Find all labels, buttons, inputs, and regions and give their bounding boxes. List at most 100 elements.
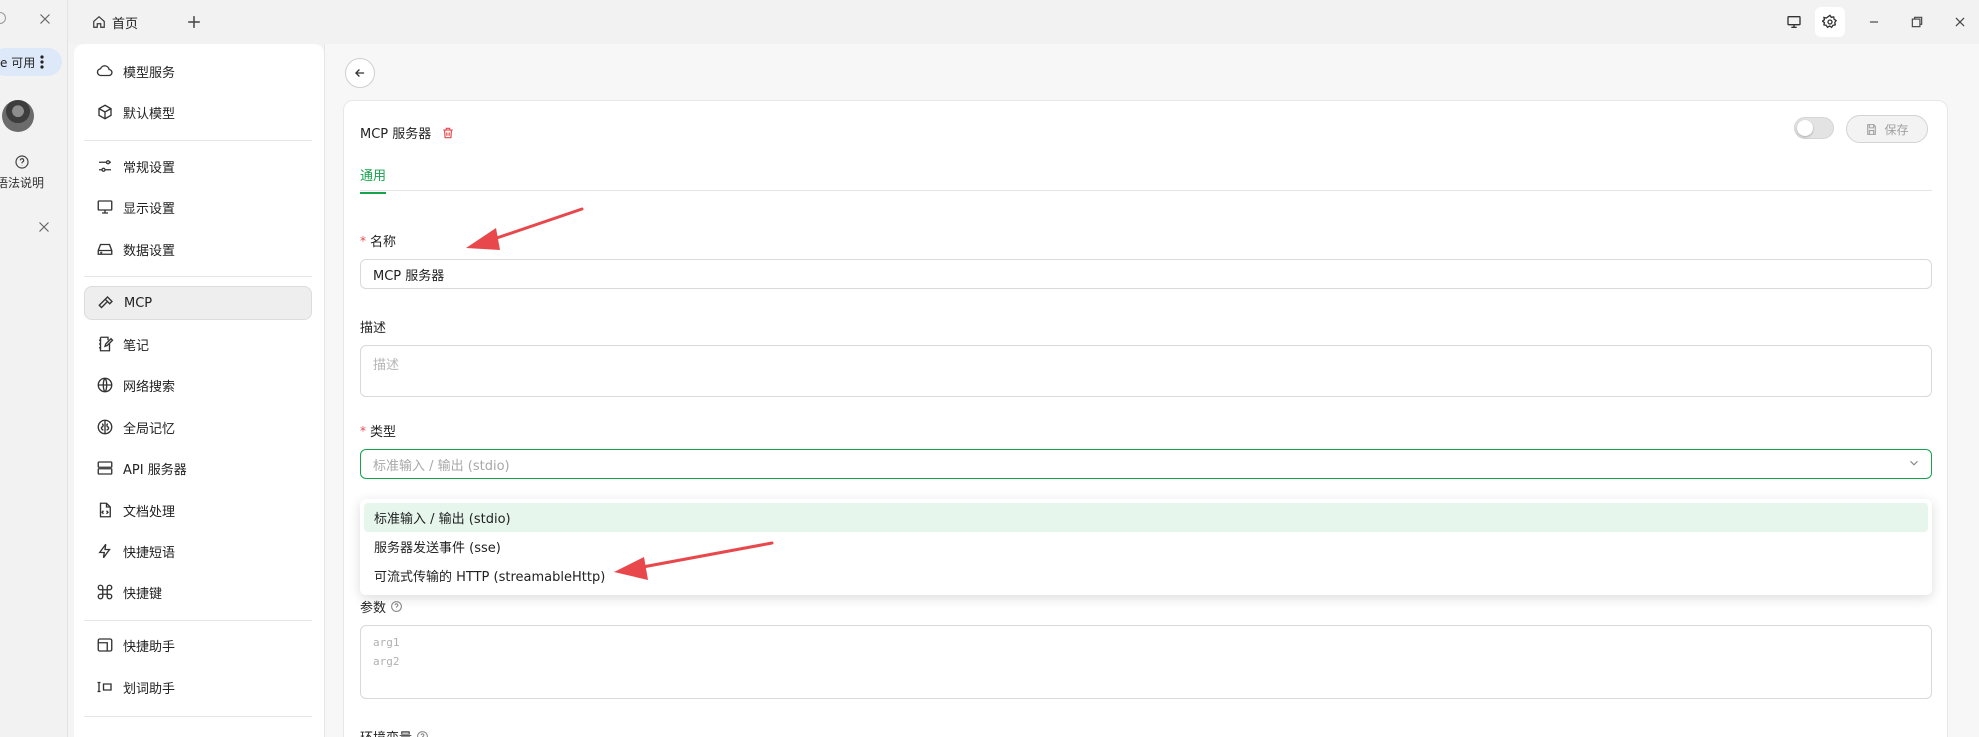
brain-icon	[97, 419, 113, 435]
new-tab-button[interactable]	[184, 12, 204, 32]
globe-icon	[97, 377, 113, 393]
sidebar-item-shortcuts[interactable]: 快捷键	[84, 575, 312, 609]
help-circle-icon	[391, 601, 402, 612]
close-icon	[1955, 17, 1965, 27]
params-label: 参数	[360, 597, 403, 616]
tab-home[interactable]: 首页	[92, 11, 138, 33]
help-label[interactable]: 语法说明	[0, 174, 44, 191]
save-button[interactable]: 保存	[1846, 115, 1928, 143]
sidebar-item-label: 默认模型	[123, 106, 176, 122]
name-field-value: MCP 服务器	[373, 268, 445, 284]
toggle-knob	[1797, 120, 1813, 136]
minimize-button[interactable]	[1864, 12, 1884, 32]
avatar[interactable]	[2, 100, 34, 132]
save-label: 保存	[1884, 122, 1909, 137]
name-field[interactable]: MCP 服务器	[360, 259, 1932, 289]
sidebar-item-display-settings[interactable]: 显示设置	[84, 190, 312, 224]
sidebar-item-selection-assistant[interactable]: 划词助手	[84, 670, 312, 704]
sidebar-item-label: 快捷键	[123, 586, 163, 602]
panel-close-button[interactable]	[36, 10, 54, 28]
sidebar-item-data-settings[interactable]: 数据设置	[84, 232, 312, 266]
type-select-value: 标准输入 / 输出 (stdio)	[373, 458, 510, 474]
sidebar-item-label: 快捷短语	[123, 545, 176, 561]
save-icon	[1867, 123, 1877, 135]
params-field[interactable]: arg1 arg2	[360, 625, 1932, 699]
status-text: e 可用	[0, 55, 36, 70]
sidebar-item-web-search[interactable]: 网络搜索	[84, 368, 312, 402]
sliders-icon	[99, 160, 111, 172]
sidebar-item-global-memory[interactable]: 全局记忆	[84, 410, 312, 444]
sidebar-item-mcp[interactable]: MCP	[84, 286, 312, 320]
delete-server-button[interactable]	[441, 126, 455, 140]
notebook-icon	[99, 336, 114, 352]
close-window-button[interactable]	[1950, 12, 1970, 32]
monitor-icon	[97, 200, 113, 214]
env-label-text: 环境变量	[360, 727, 412, 737]
sidebar-item-label: 全局记忆	[123, 421, 176, 437]
cube-icon	[98, 104, 112, 120]
sidebar-divider	[84, 140, 312, 141]
params-placeholder-line: arg1	[373, 636, 400, 649]
card-tabs: 通用	[360, 161, 1932, 194]
gear-icon	[1822, 14, 1838, 29]
close-icon	[40, 14, 50, 24]
sidebar-item-general-settings[interactable]: 常规设置	[84, 149, 312, 183]
name-label-text: 名称	[370, 235, 397, 250]
monitor-icon	[1787, 15, 1801, 28]
sidebar-divider	[84, 620, 312, 621]
tab-home-label: 首页	[112, 16, 139, 32]
type-select[interactable]: 标准输入 / 输出 (stdio)	[360, 449, 1932, 479]
sidebar-divider	[84, 716, 312, 717]
sidebar-item-label: 常规设置	[123, 160, 176, 176]
sidebar-item-label: 笔记	[123, 338, 150, 354]
text-select-icon	[97, 681, 112, 693]
description-field[interactable]: 描述	[360, 345, 1932, 397]
status-badge[interactable]: e 可用	[0, 48, 62, 76]
params-label-text: 参数	[360, 601, 387, 616]
sidebar-item-label: 划词助手	[123, 681, 176, 697]
back-button[interactable]	[345, 58, 375, 88]
main-content: MCP 服务器 保存 通用 * 名称 MCP 服务器 描述 描述 * 类型 标准…	[324, 44, 1979, 737]
title-bar: 首页	[0, 0, 1979, 44]
sidebar-item-api-server[interactable]: API 服务器	[84, 451, 312, 485]
command-icon	[97, 584, 113, 600]
arrow-left-icon	[355, 69, 365, 77]
zap-icon	[98, 543, 111, 559]
required-marker: *	[360, 423, 366, 438]
left-panel: e 可用 语法说明	[0, 0, 68, 737]
env-label: 环境变量	[360, 727, 429, 737]
settings-button[interactable]	[1815, 7, 1845, 37]
sidebar-item-model-service[interactable]: 模型服务	[84, 54, 312, 88]
sidebar-item-document-processing[interactable]: 文档处理	[84, 493, 312, 527]
sidebar-item-label: 网络搜索	[123, 379, 176, 395]
minimize-icon	[1869, 21, 1879, 23]
type-option-stdio[interactable]: 标准输入 / 输出 (stdio)	[364, 503, 1928, 532]
settings-sidebar: 模型服务 默认模型 常规设置 显示设置 数据设置 MCP 笔记 网络搜索 全局记…	[74, 44, 324, 737]
monitor-button[interactable]	[1784, 12, 1804, 32]
restore-button[interactable]	[1907, 12, 1927, 32]
type-option-streamable-http[interactable]: 可流式传输的 HTTP (streamableHttp)	[364, 561, 1928, 590]
close-icon	[39, 222, 49, 232]
description-placeholder: 描述	[373, 358, 400, 373]
type-option-sse[interactable]: 服务器发送事件 (sse)	[364, 532, 1928, 561]
server-enable-toggle[interactable]	[1794, 117, 1834, 139]
sidebar-item-notes[interactable]: 笔记	[84, 327, 312, 361]
document-icon	[99, 502, 111, 518]
type-label: * 类型	[360, 421, 397, 441]
home-icon	[92, 15, 106, 29]
tab-general[interactable]: 通用	[360, 165, 387, 194]
type-label-text: 类型	[370, 425, 397, 440]
window-icon	[97, 638, 113, 652]
sidebar-item-default-model[interactable]: 默认模型	[84, 95, 312, 129]
help-circle-icon[interactable]	[14, 154, 30, 170]
close-panel-button[interactable]	[35, 218, 53, 236]
description-label: 描述	[360, 317, 386, 336]
name-label: * 名称	[360, 231, 397, 251]
sidebar-item-quick-phrases[interactable]: 快捷短语	[84, 534, 312, 568]
card-header: MCP 服务器	[360, 123, 455, 142]
cloud-icon	[96, 65, 113, 77]
more-vertical-icon[interactable]	[40, 55, 44, 69]
sidebar-item-quick-assistant[interactable]: 快捷助手	[84, 628, 312, 662]
sidebar-item-label: 显示设置	[123, 201, 176, 217]
sidebar-divider	[84, 276, 312, 277]
